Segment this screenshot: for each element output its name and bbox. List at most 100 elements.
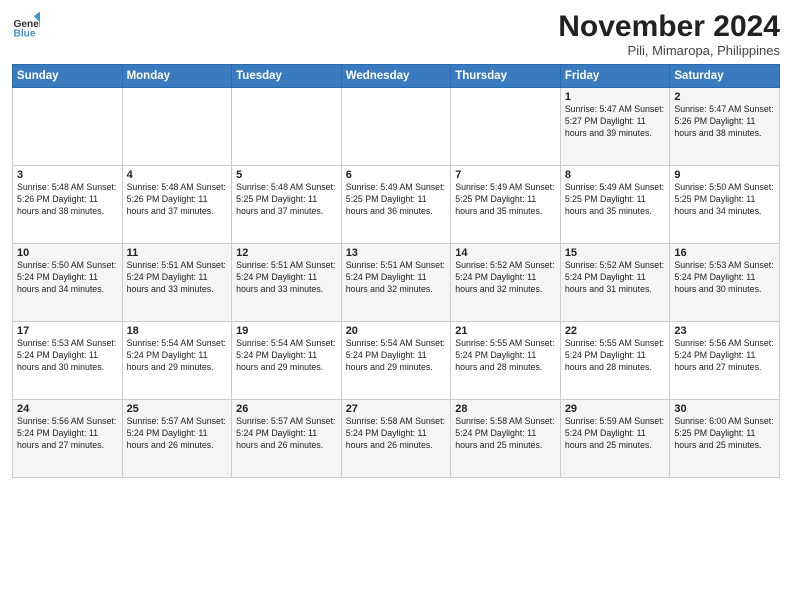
day-cell: 13Sunrise: 5:51 AM Sunset: 5:24 PM Dayli… bbox=[341, 244, 451, 322]
day-info: Sunrise: 5:58 AM Sunset: 5:24 PM Dayligh… bbox=[346, 416, 447, 452]
day-cell: 8Sunrise: 5:49 AM Sunset: 5:25 PM Daylig… bbox=[560, 166, 670, 244]
page-container: General Blue November 2024 Pili, Mimarop… bbox=[0, 0, 792, 484]
day-info: Sunrise: 5:49 AM Sunset: 5:25 PM Dayligh… bbox=[346, 182, 447, 218]
day-info: Sunrise: 5:56 AM Sunset: 5:24 PM Dayligh… bbox=[674, 338, 775, 374]
day-cell: 11Sunrise: 5:51 AM Sunset: 5:24 PM Dayli… bbox=[122, 244, 232, 322]
day-cell: 10Sunrise: 5:50 AM Sunset: 5:24 PM Dayli… bbox=[13, 244, 123, 322]
day-info: Sunrise: 5:47 AM Sunset: 5:27 PM Dayligh… bbox=[565, 104, 666, 140]
day-info: Sunrise: 5:48 AM Sunset: 5:26 PM Dayligh… bbox=[127, 182, 228, 218]
day-number: 16 bbox=[674, 247, 775, 259]
day-number: 26 bbox=[236, 403, 337, 415]
header-monday: Monday bbox=[122, 65, 232, 88]
day-cell: 15Sunrise: 5:52 AM Sunset: 5:24 PM Dayli… bbox=[560, 244, 670, 322]
day-number: 27 bbox=[346, 403, 447, 415]
header: General Blue November 2024 Pili, Mimarop… bbox=[12, 10, 780, 58]
day-cell: 21Sunrise: 5:55 AM Sunset: 5:24 PM Dayli… bbox=[451, 322, 561, 400]
day-cell: 19Sunrise: 5:54 AM Sunset: 5:24 PM Dayli… bbox=[232, 322, 342, 400]
day-cell bbox=[122, 88, 232, 166]
title-block: November 2024 Pili, Mimaropa, Philippine… bbox=[558, 10, 780, 58]
calendar-table: Sunday Monday Tuesday Wednesday Thursday… bbox=[12, 64, 780, 478]
day-cell: 5Sunrise: 5:48 AM Sunset: 5:25 PM Daylig… bbox=[232, 166, 342, 244]
day-info: Sunrise: 5:54 AM Sunset: 5:24 PM Dayligh… bbox=[127, 338, 228, 374]
day-cell bbox=[232, 88, 342, 166]
day-number: 12 bbox=[236, 247, 337, 259]
day-number: 10 bbox=[17, 247, 118, 259]
header-thursday: Thursday bbox=[451, 65, 561, 88]
day-info: Sunrise: 5:49 AM Sunset: 5:25 PM Dayligh… bbox=[565, 182, 666, 218]
day-cell: 2Sunrise: 5:47 AM Sunset: 5:26 PM Daylig… bbox=[670, 88, 780, 166]
day-info: Sunrise: 5:59 AM Sunset: 5:24 PM Dayligh… bbox=[565, 416, 666, 452]
day-info: Sunrise: 5:58 AM Sunset: 5:24 PM Dayligh… bbox=[455, 416, 556, 452]
day-cell: 7Sunrise: 5:49 AM Sunset: 5:25 PM Daylig… bbox=[451, 166, 561, 244]
day-info: Sunrise: 5:54 AM Sunset: 5:24 PM Dayligh… bbox=[346, 338, 447, 374]
day-number: 2 bbox=[674, 91, 775, 103]
day-info: Sunrise: 5:47 AM Sunset: 5:26 PM Dayligh… bbox=[674, 104, 775, 140]
svg-text:Blue: Blue bbox=[14, 28, 36, 38]
header-sunday: Sunday bbox=[13, 65, 123, 88]
day-number: 28 bbox=[455, 403, 556, 415]
day-number: 22 bbox=[565, 325, 666, 337]
day-cell bbox=[341, 88, 451, 166]
day-cell: 16Sunrise: 5:53 AM Sunset: 5:24 PM Dayli… bbox=[670, 244, 780, 322]
header-saturday: Saturday bbox=[670, 65, 780, 88]
day-number: 19 bbox=[236, 325, 337, 337]
calendar-body: 1Sunrise: 5:47 AM Sunset: 5:27 PM Daylig… bbox=[13, 88, 780, 478]
day-cell: 28Sunrise: 5:58 AM Sunset: 5:24 PM Dayli… bbox=[451, 400, 561, 478]
logo-icon: General Blue bbox=[12, 10, 40, 38]
day-cell: 29Sunrise: 5:59 AM Sunset: 5:24 PM Dayli… bbox=[560, 400, 670, 478]
day-number: 11 bbox=[127, 247, 228, 259]
day-number: 23 bbox=[674, 325, 775, 337]
day-info: Sunrise: 5:50 AM Sunset: 5:25 PM Dayligh… bbox=[674, 182, 775, 218]
day-cell: 20Sunrise: 5:54 AM Sunset: 5:24 PM Dayli… bbox=[341, 322, 451, 400]
day-cell: 17Sunrise: 5:53 AM Sunset: 5:24 PM Dayli… bbox=[13, 322, 123, 400]
day-number: 5 bbox=[236, 169, 337, 181]
week-row-4: 24Sunrise: 5:56 AM Sunset: 5:24 PM Dayli… bbox=[13, 400, 780, 478]
day-number: 25 bbox=[127, 403, 228, 415]
day-number: 14 bbox=[455, 247, 556, 259]
day-number: 24 bbox=[17, 403, 118, 415]
week-row-2: 10Sunrise: 5:50 AM Sunset: 5:24 PM Dayli… bbox=[13, 244, 780, 322]
day-cell: 22Sunrise: 5:55 AM Sunset: 5:24 PM Dayli… bbox=[560, 322, 670, 400]
header-wednesday: Wednesday bbox=[341, 65, 451, 88]
day-info: Sunrise: 5:57 AM Sunset: 5:24 PM Dayligh… bbox=[127, 416, 228, 452]
weekday-header-row: Sunday Monday Tuesday Wednesday Thursday… bbox=[13, 65, 780, 88]
day-number: 17 bbox=[17, 325, 118, 337]
day-cell: 27Sunrise: 5:58 AM Sunset: 5:24 PM Dayli… bbox=[341, 400, 451, 478]
week-row-1: 3Sunrise: 5:48 AM Sunset: 5:26 PM Daylig… bbox=[13, 166, 780, 244]
day-cell: 23Sunrise: 5:56 AM Sunset: 5:24 PM Dayli… bbox=[670, 322, 780, 400]
day-info: Sunrise: 5:52 AM Sunset: 5:24 PM Dayligh… bbox=[565, 260, 666, 296]
day-number: 15 bbox=[565, 247, 666, 259]
day-info: Sunrise: 5:56 AM Sunset: 5:24 PM Dayligh… bbox=[17, 416, 118, 452]
day-info: Sunrise: 5:51 AM Sunset: 5:24 PM Dayligh… bbox=[127, 260, 228, 296]
week-row-3: 17Sunrise: 5:53 AM Sunset: 5:24 PM Dayli… bbox=[13, 322, 780, 400]
day-info: Sunrise: 5:50 AM Sunset: 5:24 PM Dayligh… bbox=[17, 260, 118, 296]
day-info: Sunrise: 5:57 AM Sunset: 5:24 PM Dayligh… bbox=[236, 416, 337, 452]
day-number: 20 bbox=[346, 325, 447, 337]
day-number: 21 bbox=[455, 325, 556, 337]
day-info: Sunrise: 5:49 AM Sunset: 5:25 PM Dayligh… bbox=[455, 182, 556, 218]
day-cell: 6Sunrise: 5:49 AM Sunset: 5:25 PM Daylig… bbox=[341, 166, 451, 244]
day-info: Sunrise: 5:54 AM Sunset: 5:24 PM Dayligh… bbox=[236, 338, 337, 374]
day-info: Sunrise: 5:53 AM Sunset: 5:24 PM Dayligh… bbox=[17, 338, 118, 374]
day-info: Sunrise: 5:51 AM Sunset: 5:24 PM Dayligh… bbox=[346, 260, 447, 296]
day-number: 1 bbox=[565, 91, 666, 103]
day-number: 7 bbox=[455, 169, 556, 181]
day-number: 13 bbox=[346, 247, 447, 259]
logo: General Blue bbox=[12, 10, 40, 38]
day-number: 6 bbox=[346, 169, 447, 181]
day-number: 9 bbox=[674, 169, 775, 181]
day-number: 3 bbox=[17, 169, 118, 181]
header-friday: Friday bbox=[560, 65, 670, 88]
day-cell: 24Sunrise: 5:56 AM Sunset: 5:24 PM Dayli… bbox=[13, 400, 123, 478]
day-cell bbox=[451, 88, 561, 166]
day-cell: 12Sunrise: 5:51 AM Sunset: 5:24 PM Dayli… bbox=[232, 244, 342, 322]
day-cell: 26Sunrise: 5:57 AM Sunset: 5:24 PM Dayli… bbox=[232, 400, 342, 478]
day-number: 30 bbox=[674, 403, 775, 415]
month-title: November 2024 bbox=[558, 10, 780, 43]
day-info: Sunrise: 5:52 AM Sunset: 5:24 PM Dayligh… bbox=[455, 260, 556, 296]
day-cell: 30Sunrise: 6:00 AM Sunset: 5:25 PM Dayli… bbox=[670, 400, 780, 478]
week-row-0: 1Sunrise: 5:47 AM Sunset: 5:27 PM Daylig… bbox=[13, 88, 780, 166]
day-cell: 3Sunrise: 5:48 AM Sunset: 5:26 PM Daylig… bbox=[13, 166, 123, 244]
day-cell: 4Sunrise: 5:48 AM Sunset: 5:26 PM Daylig… bbox=[122, 166, 232, 244]
day-info: Sunrise: 5:48 AM Sunset: 5:26 PM Dayligh… bbox=[17, 182, 118, 218]
